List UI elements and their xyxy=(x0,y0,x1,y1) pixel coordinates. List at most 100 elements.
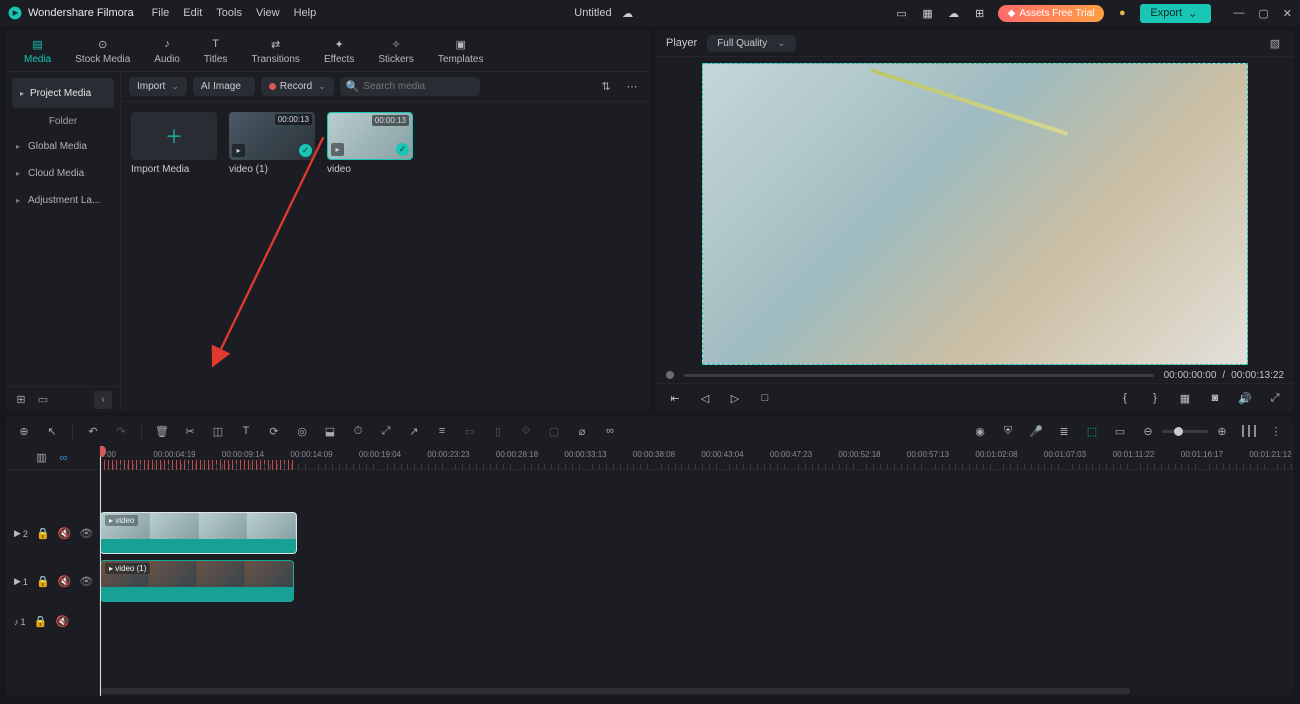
grid-icon[interactable]: ▦ xyxy=(1176,389,1194,407)
document-title[interactable]: Untitled xyxy=(574,7,611,19)
mark-out-icon[interactable]: } xyxy=(1146,389,1164,407)
window-close-button[interactable]: ✕ xyxy=(1283,7,1292,20)
add-marker-icon[interactable]: ⊕ xyxy=(16,423,32,439)
progress-start-handle[interactable] xyxy=(666,371,674,379)
sidebar-item-cloud-media[interactable]: Cloud Media xyxy=(6,160,120,187)
import-button[interactable]: Import xyxy=(129,77,187,96)
expand-icon[interactable]: ⤢ xyxy=(378,423,394,439)
playhead[interactable] xyxy=(100,446,101,696)
unlink-icon[interactable]: ⌀ xyxy=(574,423,590,439)
ungroup-icon[interactable]: ▯ xyxy=(490,423,506,439)
trial-badge[interactable]: ◆ Assets Free Trial xyxy=(998,5,1105,22)
sidebar-item-global-media[interactable]: Global Media xyxy=(6,133,120,160)
delete-icon[interactable]: 🗑 xyxy=(154,423,170,439)
ai-image-button[interactable]: AI Image xyxy=(193,77,255,96)
keyframe-down-icon[interactable]: ⬓ xyxy=(322,423,338,439)
play-icon[interactable]: ▷ xyxy=(726,389,744,407)
render-icon[interactable]: ◉ xyxy=(972,423,988,439)
tab-stickers[interactable]: ✧Stickers xyxy=(378,36,414,65)
speed-icon[interactable]: ⟳ xyxy=(266,423,282,439)
zoom-handle[interactable] xyxy=(1174,427,1183,436)
quality-dropdown[interactable]: Full Quality xyxy=(707,35,795,52)
zoom-in-icon[interactable]: ⊕ xyxy=(1214,423,1230,439)
timeline-tracks[interactable]: 00:0000:00:04:1900:00:09:1400:00:14:0900… xyxy=(100,446,1294,696)
camera-icon[interactable]: ◙ xyxy=(1206,389,1224,407)
scrollbar-handle[interactable] xyxy=(100,688,1130,694)
track-audio-1[interactable] xyxy=(100,606,1294,638)
mixer-icon[interactable]: ≣ xyxy=(1056,423,1072,439)
menu-help[interactable]: Help xyxy=(294,7,317,19)
volume-icon[interactable]: 🔊 xyxy=(1236,389,1254,407)
fullscreen-icon[interactable]: ⤢ xyxy=(1266,389,1284,407)
mark-in-icon[interactable]: { xyxy=(1116,389,1134,407)
tab-stock-media[interactable]: ⊙Stock Media xyxy=(75,36,130,65)
step-back-icon[interactable]: ◁ xyxy=(696,389,714,407)
timeline-view-mode[interactable] xyxy=(1242,425,1256,437)
filter-icon[interactable]: ⇅ xyxy=(596,77,616,97)
thumbnail[interactable]: 00:00:13 ▸ ✓ xyxy=(229,112,315,160)
apps-icon[interactable]: ⊞ xyxy=(972,5,988,21)
link-icon[interactable]: ∞ xyxy=(602,423,618,439)
shield-icon[interactable]: ⛨ xyxy=(1000,423,1016,439)
tab-transitions[interactable]: ⇄Transitions xyxy=(251,36,300,65)
track-options-icon[interactable]: ▥ xyxy=(34,450,50,466)
zoom-out-icon[interactable]: ⊖ xyxy=(1140,423,1156,439)
lock-track-icon[interactable]: 🔒 xyxy=(34,615,48,629)
group-icon[interactable]: ▭ xyxy=(462,423,478,439)
selection-tool-icon[interactable]: ↖ xyxy=(44,423,60,439)
auto-icon[interactable]: ⟐ xyxy=(518,423,534,439)
prev-frame-icon[interactable]: ⇤ xyxy=(666,389,684,407)
media-item-video[interactable]: 00:00:13 ▸ ✓ video xyxy=(327,112,413,175)
mic-icon[interactable]: 🎤 xyxy=(1028,423,1044,439)
track-header-video-1[interactable]: ▶1 🔒 🔇 👁 xyxy=(6,558,99,606)
ripple-icon[interactable]: ▭ xyxy=(1112,423,1128,439)
mute-track-icon[interactable]: 🔇 xyxy=(58,527,72,541)
cloud-icon[interactable]: ☁ xyxy=(946,5,962,21)
window-minimize-button[interactable]: — xyxy=(1233,7,1244,20)
lock-track-icon[interactable]: 🔒 xyxy=(36,527,50,541)
lock-track-icon[interactable]: 🔒 xyxy=(36,575,50,589)
tab-media[interactable]: ▤Media xyxy=(24,36,51,65)
track-header-audio-1[interactable]: ♪1 🔒 🔇 xyxy=(6,606,99,638)
notebook-icon[interactable]: ▭ xyxy=(894,5,910,21)
window-maximize-button[interactable]: ▢ xyxy=(1258,7,1268,20)
tab-titles[interactable]: TTitles xyxy=(204,36,228,65)
mute-track-icon[interactable]: 🔇 xyxy=(56,615,70,629)
coin-icon[interactable]: ● xyxy=(1114,5,1130,21)
export-button[interactable]: Export ⌄ xyxy=(1140,4,1211,23)
timeline-menu-icon[interactable]: ⋮ xyxy=(1268,423,1284,439)
more-options-icon[interactable]: ⋯ xyxy=(622,77,642,97)
time-ruler[interactable]: 00:0000:00:04:1900:00:09:1400:00:14:0900… xyxy=(100,446,1294,470)
track-video-2[interactable]: ▸ video xyxy=(100,510,1294,558)
mute-track-icon[interactable]: 🔇 xyxy=(58,575,72,589)
menu-edit[interactable]: Edit xyxy=(183,7,202,19)
settings-sliders-icon[interactable]: ≡ xyxy=(434,423,450,439)
search-media[interactable]: 🔍 xyxy=(340,77,480,96)
media-item-import[interactable]: ＋ Import Media xyxy=(131,112,217,175)
snapshot-icon[interactable]: ▧ xyxy=(1266,34,1284,52)
tab-templates[interactable]: ▣Templates xyxy=(438,36,484,65)
share-icon[interactable]: ↗ xyxy=(406,423,422,439)
sidebar-item-adjustment-layer[interactable]: Adjustment La... xyxy=(6,187,120,214)
redo-icon[interactable]: ↷ xyxy=(113,423,129,439)
clip-video[interactable]: ▸ video xyxy=(100,512,297,554)
menu-tools[interactable]: Tools xyxy=(216,7,242,19)
collapse-sidebar-icon[interactable]: ‹ xyxy=(94,391,112,409)
progress-track[interactable] xyxy=(684,374,1154,377)
menu-file[interactable]: File xyxy=(152,7,170,19)
undo-icon[interactable]: ↶ xyxy=(85,423,101,439)
text-tool-icon[interactable]: T xyxy=(238,423,254,439)
stop-icon[interactable]: □ xyxy=(756,389,774,407)
split-icon[interactable]: ✂ xyxy=(182,423,198,439)
import-thumbnail[interactable]: ＋ xyxy=(131,112,217,160)
link-tracks-icon[interactable]: ∞ xyxy=(56,450,72,466)
zoom-slider[interactable] xyxy=(1162,430,1208,433)
preview-canvas[interactable] xyxy=(702,63,1248,365)
cloud-sync-icon[interactable]: ☁ xyxy=(620,5,636,21)
track-video-1[interactable]: ▸ video (1) xyxy=(100,558,1294,606)
hide-track-icon[interactable]: 👁 xyxy=(79,527,93,541)
color-icon[interactable]: ◎ xyxy=(294,423,310,439)
image-icon[interactable]: ▦ xyxy=(920,5,936,21)
timer-icon[interactable]: ⏱ xyxy=(350,423,366,439)
tab-effects[interactable]: ✦Effects xyxy=(324,36,354,65)
